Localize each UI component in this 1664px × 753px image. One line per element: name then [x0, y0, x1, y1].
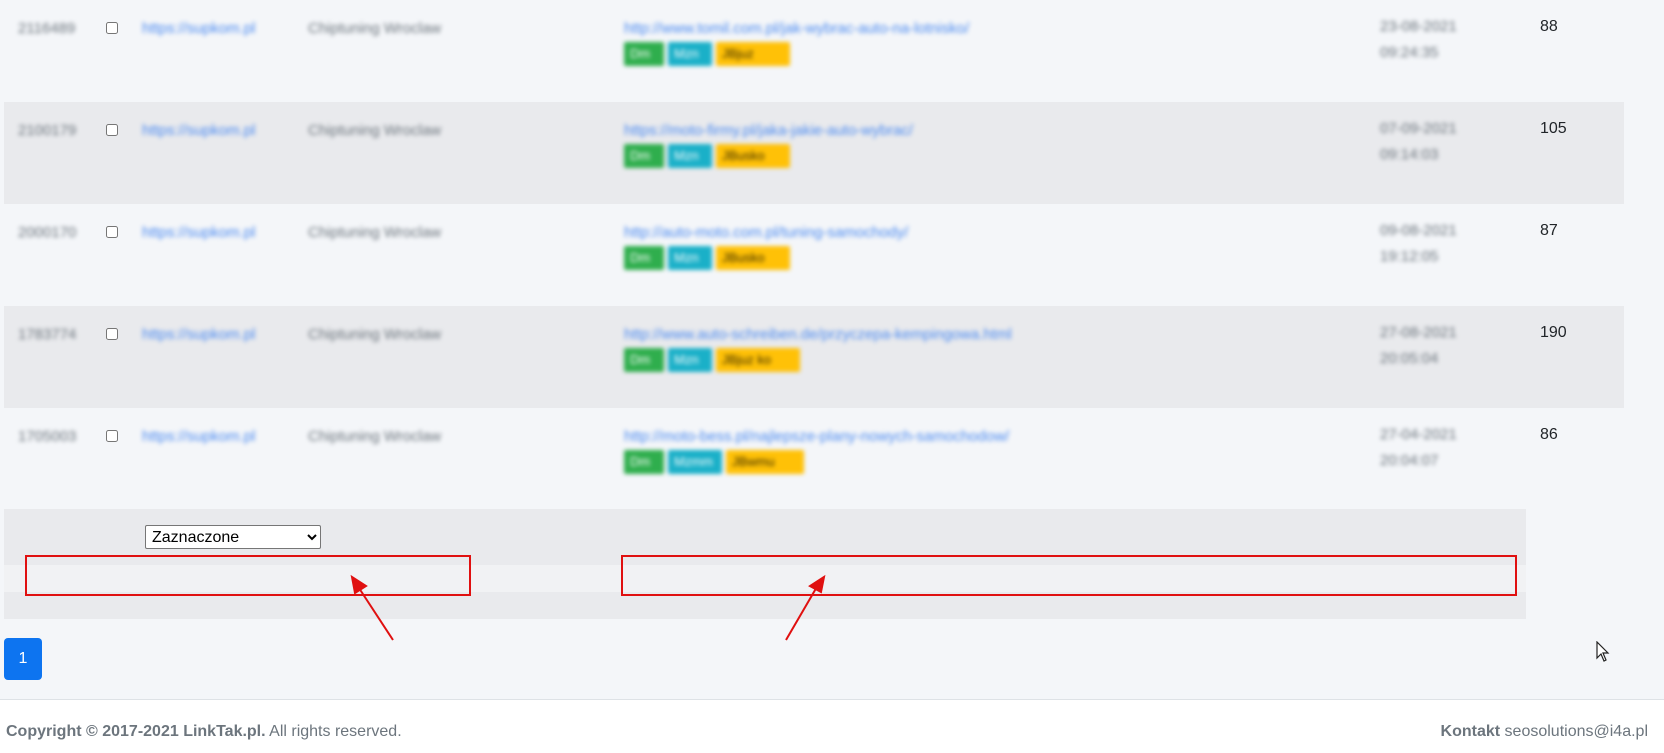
- copyright-brand: Copyright © 2017-2021 LinkTak.pl.: [6, 723, 266, 740]
- annotation-arrows: [350, 574, 826, 641]
- links-table: 2116489 https://supkom.pl Chiptuning Wro…: [0, 0, 1664, 680]
- mouse-cursor-icon: [1596, 641, 1610, 662]
- contact-label: Kontakt: [1440, 723, 1501, 740]
- arrow-right-line: [785, 584, 819, 641]
- copyright-text: Copyright © 2017-2021 LinkTak.pl. All ri…: [6, 723, 402, 741]
- pagination-page-1[interactable]: 1: [4, 638, 42, 680]
- arrow-right-head: [808, 574, 826, 594]
- contact-info: Kontakt seosolutions@i4a.pl: [1441, 723, 1648, 741]
- arrow-left-head: [350, 574, 368, 595]
- copyright-rights: All rights reserved.: [265, 723, 402, 740]
- arrow-left-line: [356, 584, 394, 641]
- site-footer: Copyright © 2017-2021 LinkTak.pl. All ri…: [0, 699, 1664, 753]
- contact-email[interactable]: seosolutions@i4a.pl: [1500, 723, 1648, 740]
